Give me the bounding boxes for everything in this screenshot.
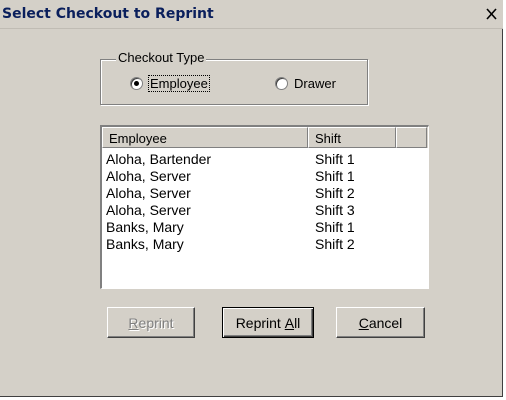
drawer-radio[interactable]: Drawer xyxy=(275,74,336,92)
employee-cell: Banks, Mary xyxy=(106,219,184,235)
close-icon xyxy=(486,8,497,20)
reprint-label-suffix: eprint xyxy=(138,314,174,331)
cancel-label-suffix: ancel xyxy=(368,314,403,331)
title-bar[interactable]: Select Checkout to Reprint xyxy=(0,0,503,29)
employee-cell: Banks, Mary xyxy=(106,236,184,252)
shift-cell: Shift 1 xyxy=(315,219,355,235)
checkout-type-legend: Checkout Type xyxy=(116,50,207,65)
table-row[interactable]: Banks, Mary Shift 2 xyxy=(102,236,428,253)
reprint-all-accel-key: A xyxy=(284,314,295,331)
reprint-button[interactable]: Reprint xyxy=(107,307,195,338)
reprint-all-label-prefix: Reprint xyxy=(235,314,285,331)
dialog-window: Select Checkout to Reprint Checkout Type… xyxy=(0,0,503,397)
table-row[interactable]: Aloha, Server Shift 1 xyxy=(102,168,428,185)
column-header-shift[interactable]: Shift xyxy=(308,127,396,148)
employee-cell: Aloha, Server xyxy=(106,185,191,201)
table-row[interactable]: Aloha, Bartender Shift 1 xyxy=(102,151,428,168)
employee-cell: Aloha, Server xyxy=(106,202,191,218)
drawer-radio-label: Drawer xyxy=(294,75,336,91)
employee-radio-label: Employee xyxy=(148,74,210,92)
employee-radio[interactable]: Employee xyxy=(130,74,210,92)
checkout-list[interactable]: Employee Shift Aloha, Bartender Shift 1 … xyxy=(100,125,429,289)
list-header: Employee Shift xyxy=(102,127,428,148)
reprint-all-label-suffix: ll xyxy=(294,314,301,331)
dialog-title: Select Checkout to Reprint xyxy=(2,6,214,22)
list-body: Aloha, Bartender Shift 1 Aloha, Server S… xyxy=(102,151,428,253)
reprint-accel-key: R xyxy=(128,314,139,331)
shift-cell: Shift 1 xyxy=(315,151,355,167)
table-row[interactable]: Aloha, Server Shift 3 xyxy=(102,202,428,219)
table-row[interactable]: Aloha, Server Shift 2 xyxy=(102,185,428,202)
column-header-filler[interactable] xyxy=(396,127,427,148)
employee-cell: Aloha, Bartender xyxy=(106,151,212,167)
radio-unchecked-icon xyxy=(275,76,288,90)
close-button[interactable] xyxy=(484,6,500,22)
column-header-employee[interactable]: Employee xyxy=(102,127,308,148)
cancel-button[interactable]: Cancel xyxy=(336,307,425,338)
shift-cell: Shift 1 xyxy=(315,168,355,184)
shift-cell: Shift 3 xyxy=(315,202,355,218)
table-row[interactable]: Banks, Mary Shift 1 xyxy=(102,219,428,236)
shift-cell: Shift 2 xyxy=(315,185,355,201)
reprint-all-button[interactable]: Reprint All xyxy=(222,307,314,338)
employee-cell: Aloha, Server xyxy=(106,168,191,184)
cancel-accel-key: C xyxy=(358,314,369,331)
radio-checked-icon xyxy=(130,76,143,90)
shift-cell: Shift 2 xyxy=(315,236,355,252)
